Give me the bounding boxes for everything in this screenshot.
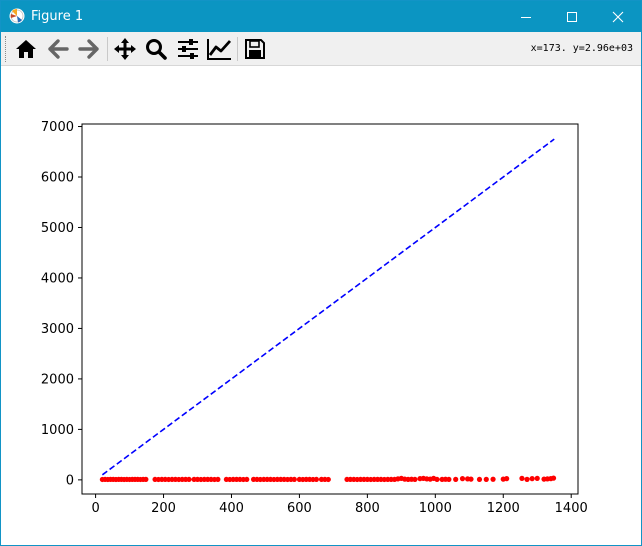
data-point	[244, 476, 250, 483]
window-title: Figure 1	[31, 9, 84, 24]
data-series	[99, 138, 557, 483]
home-button[interactable]	[13, 36, 39, 62]
zoom-button[interactable]	[143, 36, 169, 62]
y-tick-label: 6000	[41, 171, 74, 186]
floppy-disk-icon	[245, 39, 265, 59]
x-tick-label: 800	[355, 501, 380, 516]
configure-subplots-button[interactable]	[175, 36, 201, 62]
forward-button[interactable]	[76, 36, 102, 62]
y-axis: 0 1000 2000 3000 4000 5000 6000 7000	[41, 120, 82, 488]
data-point	[490, 476, 496, 482]
pan-button[interactable]	[112, 36, 138, 62]
data-point	[215, 476, 221, 482]
close-button[interactable]	[595, 1, 641, 32]
y-tick-label: 5000	[41, 221, 74, 236]
data-point	[291, 476, 297, 483]
y-tick-label: 1000	[41, 423, 74, 438]
move-arrows-icon	[114, 38, 136, 60]
data-point	[313, 476, 320, 483]
home-icon	[16, 40, 36, 58]
x-tick-label: 0	[91, 501, 99, 516]
maximize-button[interactable]	[549, 1, 595, 32]
x-tick-label: 400	[219, 501, 244, 516]
save-button[interactable]	[242, 36, 268, 62]
data-point	[476, 476, 483, 483]
x-tick-label: 1000	[419, 501, 452, 516]
figure-window: Figure 1 x=173. y=2.96e+03 0 200 400 600…	[0, 0, 642, 546]
x-tick-label: 1400	[555, 501, 588, 516]
y-tick-label: 4000	[41, 271, 74, 286]
maximize-icon	[567, 11, 577, 22]
magnifier-icon	[146, 39, 167, 60]
data-point	[186, 476, 192, 483]
data-point	[453, 476, 459, 482]
minimize-button[interactable]	[503, 1, 549, 32]
data-point	[446, 476, 452, 483]
sliders-icon	[178, 39, 198, 59]
data-point	[529, 476, 535, 482]
x-tick-label: 1200	[487, 501, 520, 516]
figure-canvas[interactable]: 0 200 400 600 800 1000 1200 1400 0 1000 2000 3000 4…	[1, 67, 641, 545]
data-point	[504, 476, 510, 482]
x-axis: 0 200 400 600 800 1000 1200 1400	[91, 494, 588, 516]
data-point	[468, 476, 474, 482]
data-point	[550, 475, 557, 481]
back-button[interactable]	[45, 36, 71, 62]
edit-axis-button[interactable]	[206, 36, 232, 62]
toolbar-grip[interactable]	[5, 36, 8, 62]
axes-frame	[81, 123, 579, 495]
data-point	[325, 476, 331, 483]
y-tick-label: 0	[66, 473, 74, 488]
y-tick-label: 7000	[41, 120, 74, 135]
minimize-icon	[521, 16, 531, 18]
plot-svg: 0 200 400 600 800 1000 1200 1400 0 1000 2000 3000 4…	[41, 120, 588, 516]
data-point	[412, 476, 418, 483]
cursor-coordinates: x=173. y=2.96e+03	[530, 43, 633, 54]
data-point	[483, 476, 489, 482]
arrow-right-icon	[78, 39, 99, 59]
title-bar[interactable]: Figure 1	[1, 1, 641, 32]
matplotlib-logo-icon	[9, 8, 25, 24]
fit-line	[101, 138, 555, 476]
line-chart-icon	[207, 39, 232, 60]
data-point	[519, 475, 525, 481]
y-tick-label: 2000	[41, 372, 74, 387]
data-point	[434, 476, 440, 483]
navigation-toolbar: x=173. y=2.96e+03	[1, 32, 641, 66]
y-tick-label: 3000	[41, 322, 74, 337]
x-tick-label: 200	[151, 501, 176, 516]
data-point	[143, 476, 149, 482]
toolbar-separator	[237, 37, 238, 61]
arrow-left-icon	[48, 39, 69, 59]
x-tick-label: 600	[287, 501, 312, 516]
data-point	[534, 475, 540, 481]
toolbar-separator	[107, 37, 108, 61]
data-point	[524, 476, 530, 482]
data-point	[459, 476, 466, 482]
close-icon	[612, 11, 624, 22]
